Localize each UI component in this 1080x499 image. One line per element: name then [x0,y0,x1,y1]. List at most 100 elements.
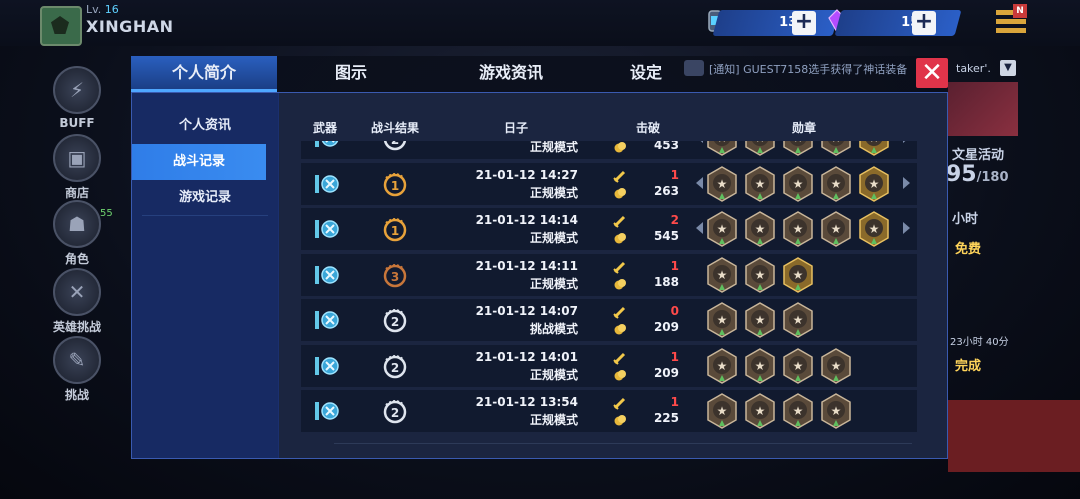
svg-text:★: ★ [831,359,842,373]
top-hud: Lv. 16 XINGHAN 132 + 153 + N [0,0,1080,46]
add-gems-button[interactable]: + [912,11,936,35]
sword-icon [613,259,627,274]
weapon-icon [313,354,341,378]
record-date: 21-01-12 14:11 [475,258,578,273]
hand-badge-icon[interactable]: ★ [820,211,852,247]
angel-badge-icon[interactable]: ★ [744,141,776,156]
profile-dialog: 个人简介 图示 游戏资讯 设定 [通知] GUEST7158选手获得了神话装备 … [131,56,948,459]
svg-text:★: ★ [717,404,728,418]
record-row[interactable]: 1 21-01-12 14:14 正规模式 2 545 ★ ★ ★ ★ ★ [301,208,917,250]
pickaxe-badge-icon[interactable]: ★ [706,141,738,156]
tab-settings[interactable]: 设定 [601,56,691,92]
angel-badge-icon[interactable]: ★ [744,347,776,384]
wings-badge-icon[interactable]: ★ [744,393,776,429]
svg-text:★: ★ [755,359,766,373]
helmet-badge-icon[interactable]: ★ [858,165,890,202]
cart-badge-icon[interactable]: ★ [782,302,814,338]
pickaxe-badge-icon[interactable]: ★ [706,393,738,429]
energy-counter: 132 [712,10,840,36]
cart-badge-icon[interactable]: ★ [782,347,814,384]
record-row[interactable]: 2 正规模式 453 ★ ★ ★ ★ ★ [301,141,917,159]
shop-icon: ▣ [53,134,101,182]
nav-battle-records[interactable]: 战斗记录 [132,144,266,180]
pickaxe-badge-icon[interactable]: ★ [706,165,738,202]
svg-text:★: ★ [793,177,804,191]
notice-expand-button[interactable]: ▼ [1000,60,1016,76]
record-date: 21-01-12 14:07 [475,304,578,318]
score-value: 209 [653,365,679,380]
record-row[interactable]: 2 21-01-12 13:54 正规模式 1 225 ★ ★ ★ ★ [301,390,917,432]
record-row[interactable]: 3 21-01-12 14:11 正规模式 1 188 ★ ★ ★ [301,253,917,296]
svg-text:★: ★ [755,313,766,327]
angel-badge-icon[interactable]: ★ [744,302,776,338]
rank-medal-icon: 2 [381,352,409,380]
sword-icon [613,350,627,365]
badge-prev-arrow-icon[interactable] [696,141,703,143]
hand-badge-icon[interactable]: ★ [820,141,852,156]
svg-text:★: ★ [831,404,842,418]
wings-badge-icon[interactable]: ★ [782,211,814,247]
hand-badge-icon[interactable]: ★ [820,347,852,384]
promo-banner[interactable] [948,400,1080,472]
kill-count: 2 [670,213,679,227]
helmet-badge-icon[interactable]: ★ [858,141,890,156]
battle-record-panel: 武器 战斗结果 日子 击破 勋章 2 正规模式 453 ★ ★ ★ ★ ★ 1 21-01-12 … [279,93,947,458]
score-value: 209 [653,320,679,334]
nav-game-records[interactable]: 游戏记录 [132,180,278,216]
hand-badge-icon[interactable]: ★ [782,141,814,156]
record-row[interactable]: 2 21-01-12 14:07 挑战模式 0 209 ★ ★ ★ [301,299,917,341]
svg-text:★: ★ [869,177,880,191]
hero-challenge-icon: ✕ [53,268,101,316]
tab-profile[interactable]: 个人简介 [131,56,277,92]
angel-badge-icon[interactable]: ★ [744,211,776,247]
tab-game-info[interactable]: 游戏资讯 [436,56,586,92]
badge-list: ★ ★ ★ ★ [706,393,916,429]
col-weapon: 武器 [313,121,338,135]
rank-medal-icon: 2 [381,397,409,425]
svg-text:★: ★ [793,359,804,373]
pickaxe-badge-icon[interactable]: ★ [706,347,738,384]
buff-button[interactable]: ⚡ BUFF [50,66,104,130]
svg-text:★: ★ [831,141,842,145]
record-row[interactable]: 2 21-01-12 14:01 正规模式 1 209 ★ ★ ★ ★ [301,344,917,387]
coin-icon [613,141,627,153]
pickaxe-badge-icon[interactable]: ★ [706,302,738,338]
col-badges: 勋章 [792,121,817,135]
new-badge: N [1013,4,1027,18]
svg-text:★: ★ [717,177,728,191]
complete-label: 完成 [955,359,982,374]
chat-icon[interactable] [684,60,704,76]
badge-prev-arrow-icon[interactable] [696,176,703,189]
cross-badge-icon[interactable]: ★ [782,256,814,293]
record-list[interactable]: 2正规模式453★★★★★121-01-12 14:27正规模式1263★★★★… [301,141,917,441]
svg-text:2: 2 [391,406,399,420]
badge-prev-arrow-icon[interactable] [696,222,703,234]
player-avatar[interactable] [40,6,82,46]
weapon-icon [313,141,341,150]
helmet-badge-icon[interactable]: ★ [858,211,890,247]
nav-personal-info[interactable]: 个人资讯 [132,108,278,144]
cart-badge-icon[interactable]: ★ [744,256,776,293]
pickaxe-badge-icon[interactable]: ★ [706,211,738,247]
record-date: 21-01-12 14:27 [475,167,578,182]
badge-list: ★ ★ ★ [706,256,916,293]
hand-badge-icon[interactable]: ★ [782,165,814,202]
hand-badge-icon[interactable]: ★ [782,393,814,429]
add-energy-button[interactable]: + [792,11,816,35]
tab-illustration[interactable]: 图示 [291,56,411,92]
wings-badge-icon[interactable]: ★ [820,165,852,202]
wings-badge-icon[interactable]: ★ [820,393,852,429]
record-row[interactable]: 1 21-01-12 14:27 正规模式 1 263 ★ ★ ★ ★ ★ [301,162,917,205]
challenge-button[interactable]: ✎ 挑战 [50,336,104,403]
character-button[interactable]: ☗ 角色 55 [50,200,113,267]
svg-text:★: ★ [717,268,728,282]
weapon-icon [313,308,341,332]
kill-count: 1 [670,349,679,364]
shop-button[interactable]: ▣ 商店 [50,134,104,201]
svg-text:★: ★ [869,141,880,145]
pickaxe-badge-icon[interactable]: ★ [706,256,738,293]
angel-badge-icon[interactable]: ★ [744,165,776,202]
close-button[interactable]: ✕ [916,58,948,88]
sword-icon [613,213,627,228]
hero-challenge-button[interactable]: ✕ 英雄挑战 [50,268,104,335]
